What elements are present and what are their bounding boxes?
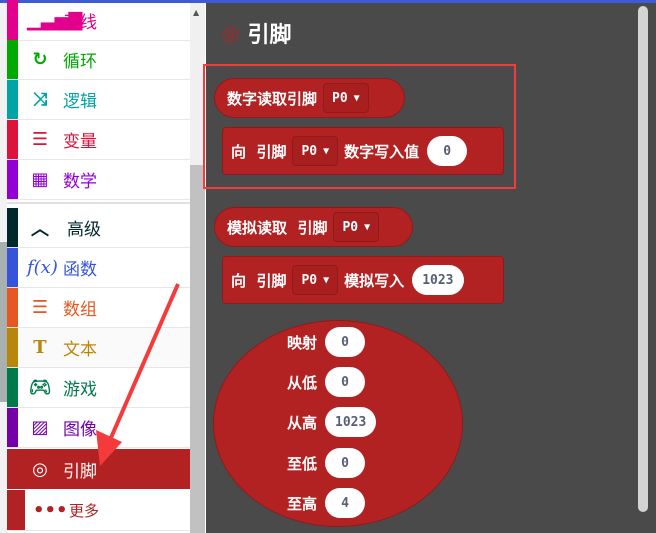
annotation-arrow — [96, 283, 180, 466]
